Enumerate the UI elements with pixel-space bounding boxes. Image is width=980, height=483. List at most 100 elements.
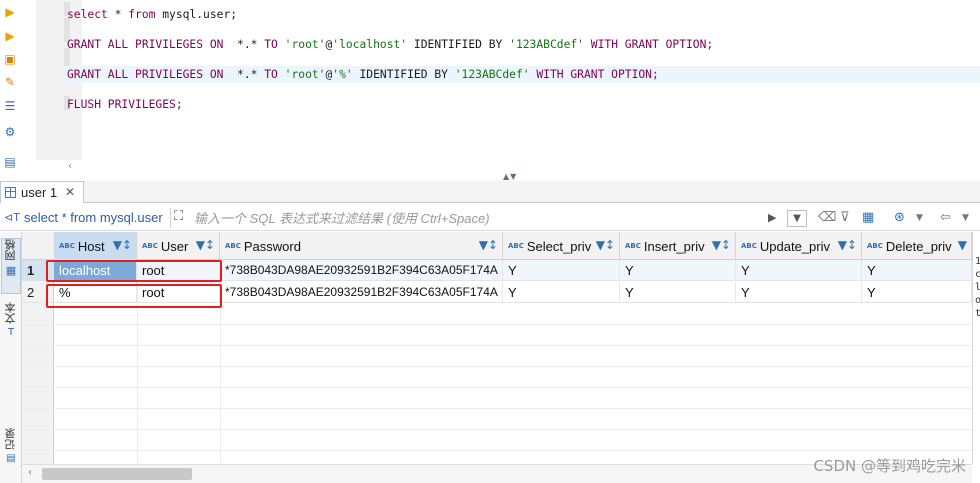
- sort-filter-icon[interactable]: ▼↕: [113, 238, 132, 252]
- tab-grid-label: 网格: [4, 239, 17, 261]
- sort-filter-icon[interactable]: ▼↕: [712, 238, 731, 252]
- string-type-icon: ABC: [625, 242, 641, 250]
- column-header-delete-priv[interactable]: ABC Delete_priv ▼: [862, 232, 972, 260]
- sql-token: IDENTIFIED BY: [352, 68, 455, 81]
- back-icon[interactable]: ⇦: [940, 210, 951, 225]
- empty-row: [22, 430, 972, 451]
- sql-token: GRANT ALL PRIVILEGES ON: [67, 68, 224, 81]
- column-name: Host: [77, 238, 105, 254]
- sql-token: *.*: [223, 38, 265, 51]
- apply-filter-icon[interactable]: ▶: [768, 211, 776, 224]
- run-selected-icon[interactable]: ▶: [2, 28, 18, 44]
- tab-text-label: 文本: [4, 302, 17, 324]
- sort-filter-icon[interactable]: ▼↕: [196, 238, 215, 252]
- table-cell[interactable]: Y: [736, 282, 862, 303]
- code-line[interactable]: GRANT ALL PRIVILEGES ON *.* TO 'root'@'l…: [64, 36, 980, 53]
- sql-editor[interactable]: select * from mysql.user; GRANT ALL PRIV…: [20, 0, 980, 160]
- code-line[interactable]: GRANT ALL PRIVILEGES ON *.* TO 'root'@'%…: [64, 66, 980, 83]
- sort-filter-icon[interactable]: ▼↕: [596, 238, 615, 252]
- explain-icon[interactable]: ▣: [2, 51, 18, 67]
- tab-grid[interactable]: 网格 ▦: [1, 238, 21, 294]
- filter-history-dropdown[interactable]: ▼: [787, 210, 807, 227]
- view-mode-tabs: 网格 ▦ 文本 T 记录 ▤: [0, 232, 22, 483]
- sql-source-icon: ⊲T: [4, 211, 20, 224]
- empty-row: [22, 409, 972, 430]
- sql-token: TO: [264, 38, 278, 51]
- sql-token: GRANT ALL PRIVILEGES ON: [67, 38, 224, 51]
- sort-filter-icon[interactable]: ▼↕: [479, 238, 498, 252]
- format-icon[interactable]: ✎: [2, 74, 18, 90]
- text-icon: T: [7, 327, 15, 338]
- column-header-insert-priv[interactable]: ABC Insert_priv ▼↕: [620, 232, 736, 260]
- export-icon[interactable]: ▤: [2, 154, 18, 170]
- history-icon[interactable]: ☰: [2, 98, 18, 114]
- column-name: Delete_priv: [885, 238, 952, 254]
- chevron-down-icon[interactable]: ▼: [962, 213, 969, 223]
- table-cell[interactable]: Y: [862, 282, 972, 303]
- sql-token: TO: [264, 68, 278, 81]
- editor-scrollbar[interactable]: ‹: [64, 160, 980, 175]
- column-header-select-priv[interactable]: ABC Select_priv ▼↕: [503, 232, 620, 260]
- empty-row: [22, 367, 972, 388]
- sort-filter-icon[interactable]: ▼↕: [838, 238, 857, 252]
- sql-token: '123ABCdef': [454, 68, 530, 81]
- table-cell[interactable]: *738B043DA98AE20932591B2F394C63A05F174A: [220, 260, 503, 281]
- table-cell[interactable]: Y: [736, 260, 862, 281]
- editor-toolbar: ▶ ▶ ▣ ✎ ☰ ⚙ ▤: [0, 0, 20, 175]
- close-icon[interactable]: ✕: [65, 185, 75, 199]
- code-area[interactable]: select * from mysql.user; GRANT ALL PRIV…: [64, 0, 980, 160]
- tab-record[interactable]: 记录 ▤: [1, 428, 21, 478]
- sort-filter-icon[interactable]: ▼: [958, 238, 967, 252]
- column-name: Select_priv: [526, 238, 592, 254]
- filter-input[interactable]: [194, 209, 764, 227]
- table-cell[interactable]: Y: [862, 260, 972, 281]
- sql-token: *.*: [223, 68, 265, 81]
- sql-token: IDENTIFIED BY: [407, 38, 510, 51]
- string-type-icon: ABC: [508, 242, 524, 250]
- column-header-user[interactable]: ABC User ▼↕: [137, 232, 220, 260]
- settings-icon[interactable]: ⚙: [2, 124, 18, 140]
- sql-token: WITH GRANT OPTION;: [583, 38, 714, 51]
- string-type-icon: ABC: [867, 242, 883, 250]
- eraser-icon[interactable]: ⌫: [818, 210, 836, 225]
- sql-token: 'localhost': [332, 38, 408, 51]
- table-cell[interactable]: *738B043DA98AE20932591B2F394C63A05F174A: [220, 282, 503, 303]
- sql-token: from: [128, 8, 156, 21]
- collapse-arrows-icon[interactable]: ▲▼: [503, 172, 517, 181]
- table-cell[interactable]: Y: [620, 282, 736, 303]
- link-icon[interactable]: ⊛: [894, 210, 905, 225]
- column-header-update-priv[interactable]: ABC Update_priv ▼↕: [736, 232, 862, 260]
- string-type-icon: ABC: [59, 242, 75, 250]
- column-header-password[interactable]: ABC Password ▼↕: [220, 232, 503, 260]
- string-type-icon: ABC: [142, 242, 158, 250]
- run-icon[interactable]: ▶: [2, 4, 18, 20]
- result-tab-bar: user 1 ✕: [0, 181, 980, 203]
- grid-icon: ▦: [5, 264, 17, 277]
- annotation-box-wildcard-host: [46, 284, 222, 308]
- result-tab[interactable]: user 1 ✕: [0, 181, 84, 203]
- string-type-icon: ABC: [741, 242, 757, 250]
- code-line[interactable]: FLUSH PRIVILEGES;: [64, 96, 980, 113]
- chevron-down-icon[interactable]: ▼: [916, 213, 923, 223]
- record-icon: ▤: [6, 453, 16, 464]
- result-grid[interactable]: ABC Host ▼↕ ABC User ▼↕ ABC Password ▼↕ …: [22, 232, 972, 464]
- filter-icon[interactable]: ⊽: [840, 210, 850, 225]
- code-line[interactable]: select * from mysql.user;: [64, 6, 980, 23]
- table-cell[interactable]: Y: [503, 282, 620, 303]
- empty-row: [22, 388, 972, 409]
- watermark: CSDN @等到鸡吃完米: [813, 457, 966, 475]
- column-name: Update_priv: [759, 238, 830, 254]
- column-name: Password: [243, 238, 301, 254]
- expand-icon[interactable]: ⛶: [174, 209, 190, 225]
- scroll-left-icon[interactable]: ‹: [68, 161, 72, 172]
- column-header-host[interactable]: ABC Host ▼↕: [54, 232, 137, 260]
- scroll-left-icon[interactable]: ‹: [28, 467, 32, 478]
- table-cell[interactable]: Y: [620, 260, 736, 281]
- tab-text[interactable]: 文本 T: [1, 302, 21, 352]
- table-settings-icon[interactable]: ▦: [862, 210, 874, 225]
- table-cell[interactable]: Y: [503, 260, 620, 281]
- string-type-icon: ABC: [225, 242, 241, 250]
- scrollbar-thumb[interactable]: [42, 468, 192, 480]
- source-query: select * from mysql.user: [24, 210, 163, 225]
